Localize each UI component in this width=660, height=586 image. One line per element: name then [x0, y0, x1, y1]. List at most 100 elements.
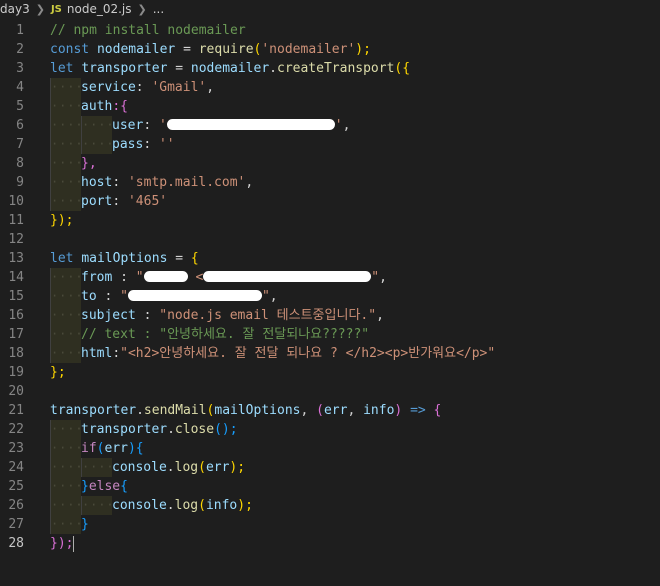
line-number: 20: [8, 384, 24, 399]
punctuation: ,: [300, 403, 317, 418]
line-number: 11: [8, 213, 24, 228]
comment: // npm install nodemailer: [50, 23, 246, 38]
indent-guide: [50, 135, 84, 154]
bracket: {: [120, 479, 128, 494]
redaction-mark: [143, 271, 188, 282]
bracket: );: [355, 42, 371, 57]
line-number: 13: [8, 251, 24, 266]
indent-guide: [50, 515, 84, 534]
breadcrumb-file[interactable]: node_02.js: [67, 2, 132, 16]
bracket: ();: [214, 422, 238, 437]
operator: =: [183, 42, 191, 57]
indent-guide: [50, 192, 84, 211]
bracket: (: [198, 498, 206, 513]
punctuation: ,: [206, 80, 215, 95]
code-line: 19 };: [0, 363, 660, 382]
keyword: const: [50, 42, 90, 57]
line-number: 19: [8, 365, 24, 380]
bracket: );: [229, 460, 246, 475]
indent-guide: [50, 97, 84, 116]
line-number: 15: [8, 289, 24, 304]
property: auth: [81, 99, 113, 114]
line-number: 26: [8, 498, 24, 513]
indent-guide: [50, 458, 84, 477]
code-line: 23 if(err){: [0, 439, 660, 458]
line-number: 10: [8, 194, 24, 209]
identifier: transporter: [50, 403, 137, 418]
line-number: 14: [8, 270, 24, 285]
code-line: 1 // npm install nodemailer: [0, 21, 660, 40]
indent-guide: [50, 344, 84, 363]
indent-guide: [81, 496, 115, 515]
property: user: [112, 118, 144, 133]
punctuation: :: [96, 289, 121, 304]
code-line: 15 to : "",: [0, 287, 660, 306]
line-number: 4: [16, 80, 24, 95]
line-number: 2: [16, 42, 24, 57]
breadcrumb-folder[interactable]: day3: [0, 2, 30, 16]
string: ": [261, 289, 270, 304]
line-number: 5: [16, 99, 24, 114]
string: ": [371, 270, 380, 285]
string: 'nodemailer': [261, 42, 356, 57]
line-number: 24: [8, 460, 24, 475]
code-line: 16 subject : "node.js email 테스트중입니다.",: [0, 306, 660, 325]
code-line: 10 port: '465': [0, 192, 660, 211]
redaction-mark: [127, 290, 262, 301]
indent-guide: [50, 439, 84, 458]
property: from: [81, 270, 113, 285]
indent-guide: [50, 78, 84, 97]
arrow-operator: =>: [410, 403, 426, 418]
bracket: (: [316, 403, 324, 418]
property: service: [81, 80, 136, 95]
code-editor[interactable]: day3 ❯ JS node_02.js ❯ ... 1 // npm inst…: [0, 0, 660, 586]
indent-guide: [50, 325, 84, 344]
punctuation: ,: [376, 308, 384, 323]
punctuation: .: [136, 403, 144, 418]
bracket: {: [425, 403, 442, 418]
indent-guide: [81, 116, 115, 135]
line-number: 21: [8, 403, 24, 418]
indent-guide: [50, 477, 84, 496]
code-line: 8 },: [0, 154, 660, 173]
bracket: (: [198, 460, 206, 475]
bracket: :{: [112, 99, 128, 114]
bracket: {: [190, 251, 199, 266]
breadcrumb-symbols[interactable]: ...: [153, 2, 164, 16]
code-line: 22 transporter.close();: [0, 420, 660, 439]
code-line: 20: [0, 382, 660, 401]
punctuation: :: [143, 137, 159, 152]
punctuation: ,: [347, 403, 364, 418]
code-line: 14 from : " < ",: [0, 268, 660, 287]
code-line: 26 console.log(info);: [0, 496, 660, 515]
code-line: 12: [0, 230, 660, 249]
punctuation: :: [112, 346, 121, 361]
code-line: 18 html:"<h2>안녕하세요. 잘 전달 되나요 ? </h2><p>반…: [0, 344, 660, 363]
line-number: 7: [16, 137, 24, 152]
code-lines[interactable]: 1 // npm install nodemailer 2 const node…: [0, 21, 660, 553]
code-line: 11 });: [0, 211, 660, 230]
punctuation: ,: [342, 118, 351, 133]
comment: // text : "안녕하세요. 잘 전달되나요?????": [81, 327, 370, 342]
bracket: ): [394, 403, 411, 418]
code-line: 27 }: [0, 515, 660, 534]
code-line: 7 pass: '': [0, 135, 660, 154]
punctuation: :: [112, 175, 128, 190]
indent-guide: [50, 116, 84, 135]
line-number: 17: [8, 327, 24, 342]
bracket: ({: [394, 61, 411, 76]
indent-guide: [50, 306, 84, 325]
string: '465': [127, 194, 168, 209]
code-line: 6 user: ' ',: [0, 116, 660, 135]
indent-guide: [50, 173, 84, 192]
line-number: 12: [8, 232, 24, 247]
line-number: 25: [8, 479, 24, 494]
property: host: [81, 175, 113, 190]
punctuation: .: [166, 460, 175, 475]
line-number: 23: [8, 441, 24, 456]
line-number: 9: [16, 175, 24, 190]
chevron-right-icon: ❯: [137, 2, 147, 16]
bracket: ){: [127, 441, 144, 456]
keyword: else: [88, 479, 121, 494]
code-line: 2 const nodemailer = require('nodemailer…: [0, 40, 660, 59]
